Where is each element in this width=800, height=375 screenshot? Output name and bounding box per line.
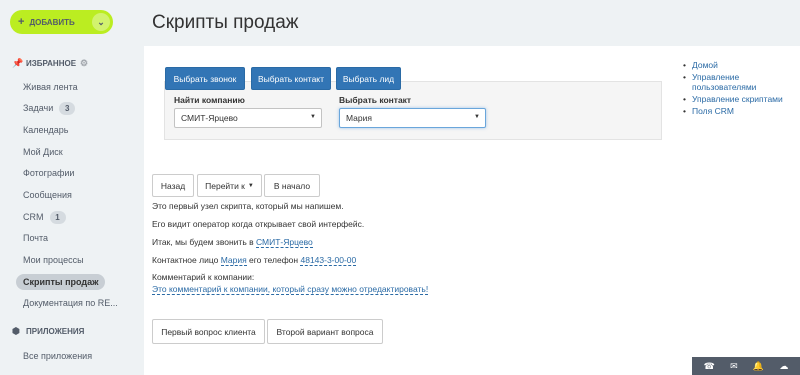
script-line-3-prefix: Итак, мы будем звонить в	[152, 237, 256, 247]
sidebar-item-label: CRM	[23, 212, 44, 222]
bottom-toolbar: ☎ ✉ 🔔 ☁	[692, 357, 800, 375]
sidebar-item-label: Календарь	[23, 125, 69, 135]
link-manage-scripts[interactable]: Управление скриптами	[680, 94, 790, 104]
goto-dropdown-button[interactable]: Перейти к ▼	[197, 174, 262, 197]
sidebar-item-documentation[interactable]: Документация по RE...	[23, 296, 118, 310]
sidebar-item-label: Документация по RE...	[23, 298, 118, 308]
chevron-down-icon[interactable]: ⌄	[92, 13, 110, 31]
select-contact-button[interactable]: Выбрать контакт	[251, 67, 331, 90]
sidebar-item-my-drive[interactable]: Мой Диск	[23, 145, 63, 159]
tasks-counter-badge: 3	[59, 101, 76, 115]
contact-link[interactable]: Мария	[220, 255, 247, 266]
comment-editable[interactable]: Это комментарий к компании, который сраз…	[152, 284, 429, 295]
apps-title-label: ПРИЛОЖЕНИЯ	[26, 327, 85, 336]
link-home[interactable]: Домой	[680, 60, 790, 70]
add-button[interactable]: + ДОБАВИТЬ ⌄	[10, 10, 113, 34]
crm-counter-badge: 1	[49, 210, 66, 224]
script-line-2: Его видит оператор когда открывает свой …	[152, 219, 365, 229]
sidebar-item-sales-scripts[interactable]: Скрипты продаж	[16, 274, 106, 290]
sidebar-item-label: Живая лента	[23, 82, 78, 92]
link-manage-users[interactable]: Управление пользователями	[680, 72, 790, 92]
sidebar-item-photos[interactable]: Фотографии	[23, 166, 74, 180]
sidebar-item-all-apps[interactable]: Все приложения	[23, 349, 92, 363]
caret-down-icon: ▼	[247, 182, 254, 189]
page-title: Скрипты продаж	[152, 12, 299, 33]
sidebar-item-tasks[interactable]: Задачи 3	[23, 101, 76, 115]
back-button[interactable]: Назад	[152, 174, 194, 197]
sidebar-item-label: Задачи	[23, 103, 54, 113]
second-question-button[interactable]: Второй вариант вопроса	[267, 319, 383, 344]
workarea: Выбрать звонок Выбрать контакт Выбрать л…	[144, 46, 800, 375]
sidebar-item-calendar[interactable]: Календарь	[23, 123, 68, 137]
caret-down-icon: ▼	[310, 114, 316, 120]
contact-select[interactable]: Мария ▼	[339, 108, 486, 128]
company-link[interactable]: СМИТ-Ярцево	[255, 237, 313, 248]
sidebar-item-label: Фотографии	[23, 168, 75, 178]
caret-down-icon: ▼	[474, 114, 480, 120]
sidebar-item-label: Мой Диск	[23, 147, 63, 157]
cloud-icon[interactable]: ☁	[779, 361, 788, 372]
to-start-button[interactable]: В начало	[264, 174, 320, 197]
favorites-section-title[interactable]: 📌 ИЗБРАННОЕ ⚙	[12, 58, 88, 69]
chat-icon[interactable]: ✉	[730, 361, 738, 372]
script-line-4-prefix: Контактное лицо	[152, 255, 221, 265]
add-button-label: ДОБАВИТЬ	[29, 17, 75, 27]
link-crm-fields[interactable]: Поля CRM	[680, 106, 790, 116]
sidebar-item-messages[interactable]: Сообщения	[23, 188, 72, 202]
gear-icon[interactable]: ⚙	[80, 58, 88, 69]
company-select-value: СМИТ-Ярцево	[181, 113, 238, 123]
sidebar-item-live-feed[interactable]: Живая лента	[23, 80, 78, 94]
script-line-4: Контактное лицо Мария его телефон 48143-…	[152, 255, 357, 266]
select-lead-button[interactable]: Выбрать лид	[336, 67, 401, 90]
bell-icon[interactable]: 🔔	[753, 361, 764, 372]
admin-links: Домой Управление пользователями Управлен…	[680, 60, 790, 118]
script-line-4-middle: его телефон	[246, 255, 301, 265]
sidebar-item-label: Скрипты продаж	[23, 277, 99, 287]
sidebar-item-label: Сообщения	[23, 190, 72, 200]
comment-label: Комментарий к компании:	[152, 272, 255, 282]
phone-link[interactable]: 48143-3-00-00	[300, 255, 357, 266]
sidebar-item-label: Все приложения	[23, 351, 93, 361]
phone-icon[interactable]: ☎	[704, 361, 715, 372]
plus-icon: +	[18, 16, 25, 28]
sidebar: + ДОБАВИТЬ ⌄ 📌 ИЗБРАННОЕ ⚙ Живая лента З…	[0, 0, 144, 375]
contact-select-value: Мария	[346, 113, 372, 123]
company-label: Найти компанию	[174, 95, 245, 105]
first-question-button[interactable]: Первый вопрос клиента	[152, 319, 265, 344]
company-select[interactable]: СМИТ-Ярцево ▼	[174, 108, 322, 128]
select-call-button[interactable]: Выбрать звонок	[165, 67, 245, 90]
sidebar-item-label: Мои процессы	[23, 255, 84, 265]
sidebar-item-label: Почта	[23, 233, 48, 243]
goto-label: Перейти к	[205, 180, 245, 191]
favorites-title-label: ИЗБРАННОЕ	[26, 59, 77, 68]
contact-label: Выбрать контакт	[339, 95, 412, 105]
pin-icon: 📌	[12, 58, 24, 68]
cube-icon: ⬢	[12, 326, 20, 336]
script-line-3: Итак, мы будем звонить в СМИТ-Ярцево	[152, 237, 313, 248]
comment-text[interactable]: Это комментарий к компании, который сраз…	[152, 284, 429, 295]
apps-section-title[interactable]: ⬢ ПРИЛОЖЕНИЯ	[12, 326, 84, 337]
sidebar-item-my-processes[interactable]: Мои процессы	[23, 253, 84, 267]
sidebar-item-crm[interactable]: CRM 1	[23, 210, 66, 224]
sidebar-item-mail[interactable]: Почта	[23, 231, 48, 245]
script-line-1: Это первый узел скрипта, который мы напи…	[152, 201, 344, 211]
